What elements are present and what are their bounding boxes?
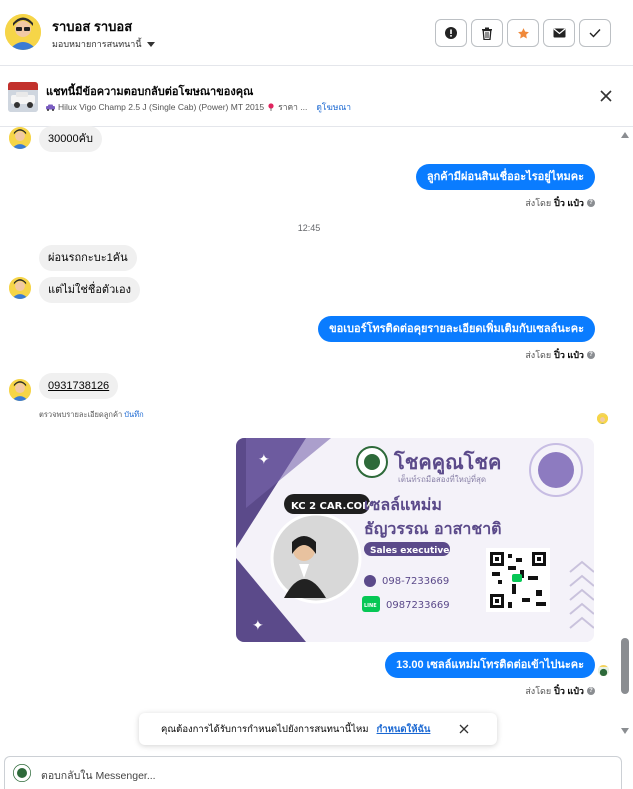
sent-by-name[interactable]: ปิ๋ว แป๋ว [554,196,584,210]
svg-text:✦: ✦ [252,618,264,634]
note-text: ตรวจพบรายละเอียดลูกค้า [39,410,123,419]
car-icon [46,104,55,111]
card-tagline: เต็นท์รถมือสองที่ใหญ่ที่สุด [398,473,486,484]
contact-avatar[interactable] [5,14,41,50]
assign-prompt-text: คุณต้องการได้รับการกำหนดไปยังการสนทนานี้… [161,723,369,735]
mark-done-button[interactable] [579,19,611,47]
card-badge: KC 2 CAR.COM [291,501,372,512]
assign-prompt-toast: คุณต้องการได้รับการกำหนดไปยังการสนทนานี้… [139,713,497,745]
message-thread[interactable]: 30000คับ ลูกค้ามีผ่อนสินเชื่ออะไรอยู่ไหม… [0,126,618,738]
info-icon[interactable]: ? [587,351,595,359]
contact-avatar-small [9,379,31,401]
sent-by-label: ส่งโดย ปิ๋ว แป๋ว ? [525,196,595,210]
info-icon[interactable]: ? [587,199,595,207]
card-role: Sales executive [370,546,449,556]
contact-name[interactable]: ราบอส ราบอส [52,16,132,37]
outgoing-message[interactable]: ขอเบอร์โทรติดต่อคุยรายละเอียดเพิ่มเติมกั… [318,316,595,342]
reply-input-placeholder[interactable]: ตอบกลับใน Messenger... [41,767,156,784]
envelope-icon [553,28,565,38]
view-ad-link[interactable]: ดูโฆษณา [316,100,351,114]
sent-by-name[interactable]: ปิ๋ว แป๋ว [554,684,584,698]
card-phone: 098-7233669 [382,576,449,587]
sent-by-prefix: ส่งโดย [525,686,552,696]
save-detail-link[interactable]: บันทึก [124,410,143,419]
star-icon [517,27,529,38]
outgoing-message[interactable]: 13.00 เซลล์แหม่มโทรติดต่อเข้าไปนะคะ [385,652,595,678]
exclamation-circle-icon [445,27,457,39]
header-actions [435,19,611,47]
report-button[interactable] [435,19,467,47]
conversation-header: ราบอส ราบอส มอบหมายการสนทนานี้ [0,0,633,66]
sent-by-label: ส่งโดย ปิ๋ว แป๋ว ? [525,348,595,362]
contact-avatar-small [9,127,31,149]
scroll-down-arrow-icon[interactable] [621,728,629,734]
assign-label: มอบหมายการสนทนานี้ [52,39,142,49]
timestamp-divider: 12:45 [297,223,321,233]
incoming-phone-message[interactable]: 0931738126 [39,373,119,399]
page-avatar [13,764,31,782]
close-icon[interactable] [459,724,469,734]
sent-by-prefix: ส่งโดย [525,350,552,360]
checkmark-icon [589,29,601,38]
card-line-id: 0987233669 [386,600,450,611]
info-icon[interactable]: ? [587,687,595,695]
chevron-down-icon [146,41,155,47]
sent-by-prefix: ส่งโดย [525,198,552,208]
delete-button[interactable] [471,19,503,47]
star-button[interactable] [507,19,539,47]
scrollbar-thumb[interactable] [621,638,629,694]
sent-by-label: ส่งโดย ปิ๋ว แป๋ว ? [525,684,595,698]
outgoing-message[interactable]: ลูกค้ามีผ่อนสินเชื่ออะไรอยู่ไหมคะ [415,164,595,190]
close-icon[interactable] [599,89,613,103]
reply-composer[interactable]: ตอบกลับใน Messenger... [4,756,622,789]
card-brand: โชคคูณโชค [393,450,501,476]
seen-avatar [597,413,608,424]
business-card-image[interactable]: ✦ ✦ โชคคูณโชค เต็นท์รถมือสองที่ใหญ่ที่สุ… [236,438,594,642]
contact-avatar-small [9,277,31,299]
ad-banner-subtitle: Hilux Vigo Champ 2.5 J (Single Cab) (Pow… [46,100,351,114]
ad-vehicle-name: Hilux Vigo Champ 2.5 J (Single Cab) (Pow… [58,102,265,112]
trash-icon [482,27,492,40]
card-fullname: ธัญวรรณ อาสาชาติ [364,519,502,539]
incoming-message[interactable]: ผ่อนรถกะบะ1คัน [39,245,137,271]
customer-detail-note: ตรวจพบรายละเอียดลูกค้า บันทึก [39,409,144,421]
seen-avatar [598,665,609,676]
card-nickname: เซลล์แหม่ม [364,495,442,514]
scroll-up-arrow-icon[interactable] [621,132,629,138]
assign-to-me-link[interactable]: กำหนดให้ฉัน [377,722,431,737]
thread-scrollbar[interactable] [620,128,630,738]
ad-thumbnail[interactable] [8,82,38,112]
incoming-message[interactable]: 30000คับ [39,126,102,152]
pin-icon [268,103,274,111]
ad-reply-banner: แชทนี้มีข้อความตอบกลับต่อโฆษณาของคุณ Hil… [0,67,633,127]
card-line-label: LINE [364,603,377,609]
assign-dropdown[interactable]: มอบหมายการสนทนานี้ [52,37,155,51]
svg-text:✦: ✦ [258,452,270,468]
mark-unread-button[interactable] [543,19,575,47]
incoming-message[interactable]: แต่ไม่ใช่ชื่อตัวเอง [39,277,140,303]
ad-banner-title: แชทนี้มีข้อความตอบกลับต่อโฆษณาของคุณ [46,86,254,98]
ad-price: ราคา ... [278,102,308,112]
sent-by-name[interactable]: ปิ๋ว แป๋ว [554,348,584,362]
